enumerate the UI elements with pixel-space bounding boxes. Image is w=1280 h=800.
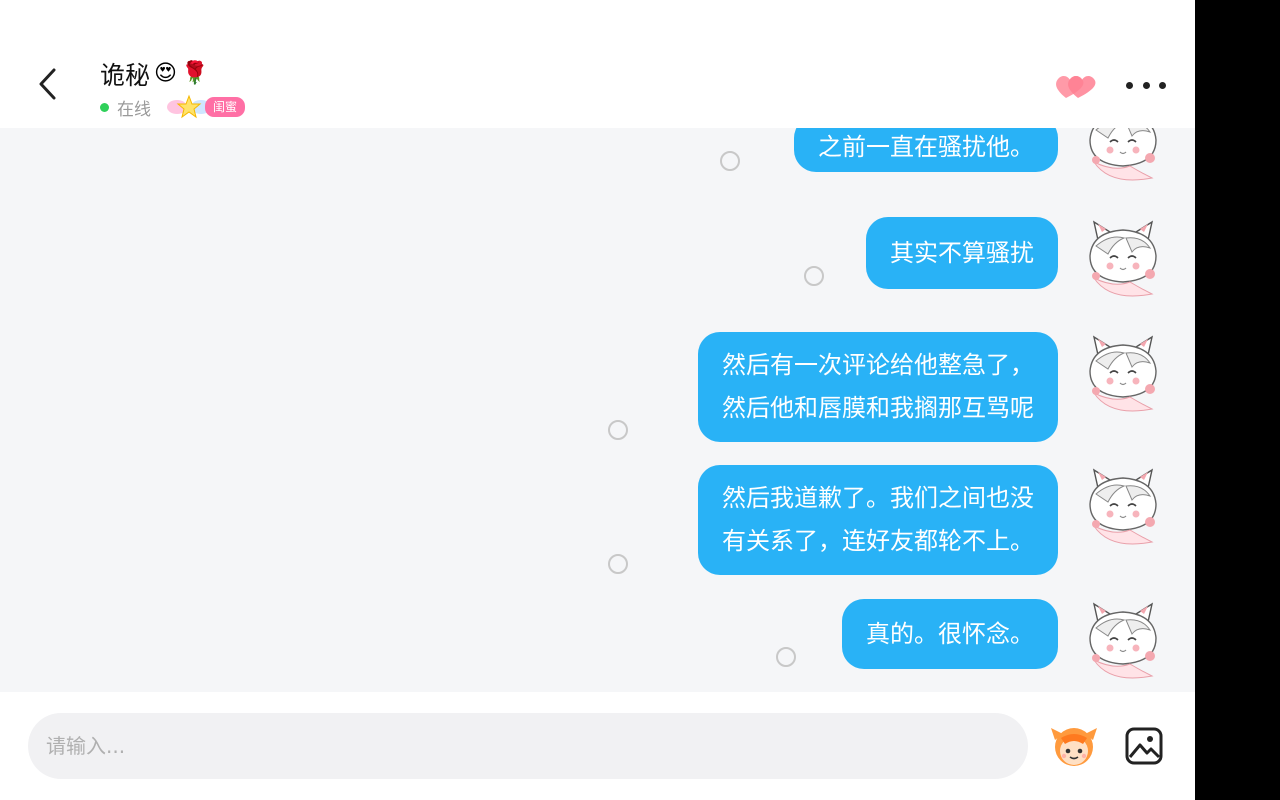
sticker-face-icon xyxy=(1051,728,1097,766)
user-avatar[interactable] xyxy=(1079,330,1167,418)
relation-badge-label: 闺蜜 xyxy=(205,97,246,117)
message-bubble[interactable]: 然后有一次评论给他整急了， 然后他和唇膜和我搁那互骂呢 xyxy=(698,332,1058,442)
intimacy-button[interactable] xyxy=(1052,68,1098,104)
message-line: 之前一直在骚扰他。 xyxy=(818,133,1034,161)
read-status-icon xyxy=(608,554,628,574)
read-status-icon xyxy=(608,420,628,440)
contact-name: 诡秘 xyxy=(100,61,151,90)
message-line: 然后有一次评论给他整急了， xyxy=(722,351,1034,379)
message-line: 有关系了，连好友都轮不上。 xyxy=(722,527,1034,555)
sticker-button[interactable] xyxy=(1047,722,1101,768)
relation-badge[interactable]: 闺蜜 xyxy=(165,94,246,120)
more-dots-icon xyxy=(1159,81,1166,89)
rose-emoji: 🌹 xyxy=(180,61,209,86)
user-avatar[interactable] xyxy=(1079,463,1167,551)
read-status-icon xyxy=(804,266,824,286)
message-bubble[interactable]: 然后我道歉了。我们之间也没 有关系了，连好友都轮不上。 xyxy=(698,465,1058,575)
chat-screen: 之前一直在骚扰他。 其实不算骚扰 然后有一次评论给他整急了， 然后他和唇膜和我搁… xyxy=(0,0,1195,800)
message-line: 其实不算骚扰 xyxy=(890,239,1034,267)
heart-eyes-emoji: 😍 xyxy=(154,61,177,86)
message-line: 真的。很怀念。 xyxy=(866,620,1034,648)
more-options-button[interactable] xyxy=(1126,72,1166,98)
presence-row: 在线 闺蜜 xyxy=(100,94,246,120)
online-dot-icon xyxy=(100,102,109,112)
message-bubble[interactable]: 真的。很怀念。 xyxy=(842,599,1058,669)
user-avatar[interactable] xyxy=(1079,597,1167,685)
message-input[interactable] xyxy=(28,713,1028,779)
image-button[interactable] xyxy=(1122,724,1166,768)
message-line: 然后他和唇膜和我搁那互骂呢 xyxy=(722,394,1034,422)
online-status: 在线 xyxy=(117,99,151,120)
read-status-icon xyxy=(776,647,796,667)
composer-bar xyxy=(0,692,1195,800)
user-avatar[interactable] xyxy=(1080,120,1166,186)
double-heart-icon xyxy=(1056,76,1096,98)
screen-edge xyxy=(1195,0,1280,800)
more-dots-icon xyxy=(1126,81,1133,89)
message-bubble[interactable]: 其实不算骚扰 xyxy=(866,217,1058,289)
more-dots-icon xyxy=(1142,81,1150,89)
image-icon xyxy=(1125,727,1163,765)
chevron-left-icon xyxy=(39,68,56,100)
back-button[interactable] xyxy=(30,66,66,102)
chat-header: 诡秘 😍 🌹 在线 闺蜜 xyxy=(0,0,1195,128)
user-avatar[interactable] xyxy=(1079,215,1167,303)
message-list[interactable]: 之前一直在骚扰他。 其实不算骚扰 然后有一次评论给他整急了， 然后他和唇膜和我搁… xyxy=(0,116,1195,692)
read-status-icon xyxy=(720,151,740,171)
contact-name-row[interactable]: 诡秘 😍 🌹 xyxy=(100,56,208,92)
message-line: 然后我道歉了。我们之间也没 xyxy=(722,484,1034,512)
